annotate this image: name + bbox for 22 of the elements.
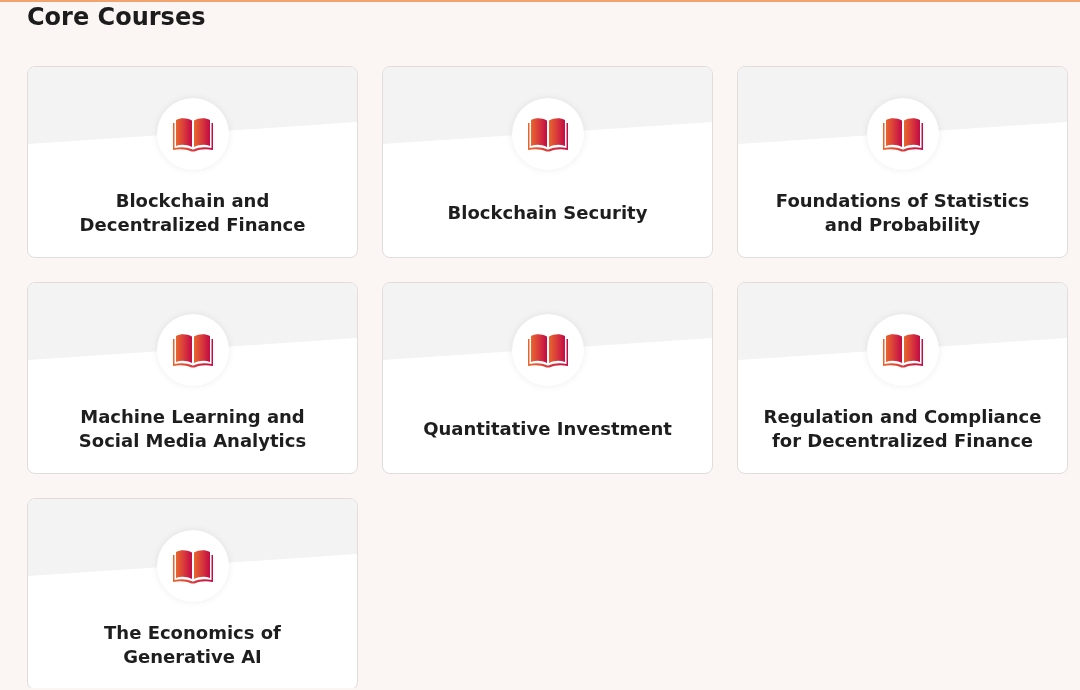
book-icon [156,530,229,602]
book-icon [156,314,229,386]
section-title: Core Courses [27,2,206,31]
book-icon [511,314,584,386]
course-title: Blockchain and Decentralized Finance [78,188,307,237]
book-icon [511,98,584,170]
course-title: Foundations of Statistics and Probability [774,188,1031,237]
course-title: The Economics of Generative AI [103,620,282,669]
book-icon [866,314,939,386]
course-card[interactable]: Machine Learning and Social Media Analytics [27,282,358,474]
course-title: Machine Learning and Social Media Analytics [77,404,308,453]
course-card[interactable]: Quantitative Investment [382,282,713,474]
book-icon [156,98,229,170]
course-card[interactable]: Blockchain and Decentralized Finance [27,66,358,258]
book-icon [866,98,939,170]
course-card[interactable]: The Economics of Generative AI [27,498,358,688]
course-card[interactable]: Regulation and Compliance for Decentralized Finance [737,282,1068,474]
course-card[interactable]: Blockchain Security [382,66,713,258]
course-title: Quantitative Investment [423,416,672,441]
course-title: Regulation and Compliance for Decentralized Finance [762,404,1043,453]
course-card[interactable]: Foundations of Statistics and Probability [737,66,1068,258]
course-title: Blockchain Security [447,200,648,225]
